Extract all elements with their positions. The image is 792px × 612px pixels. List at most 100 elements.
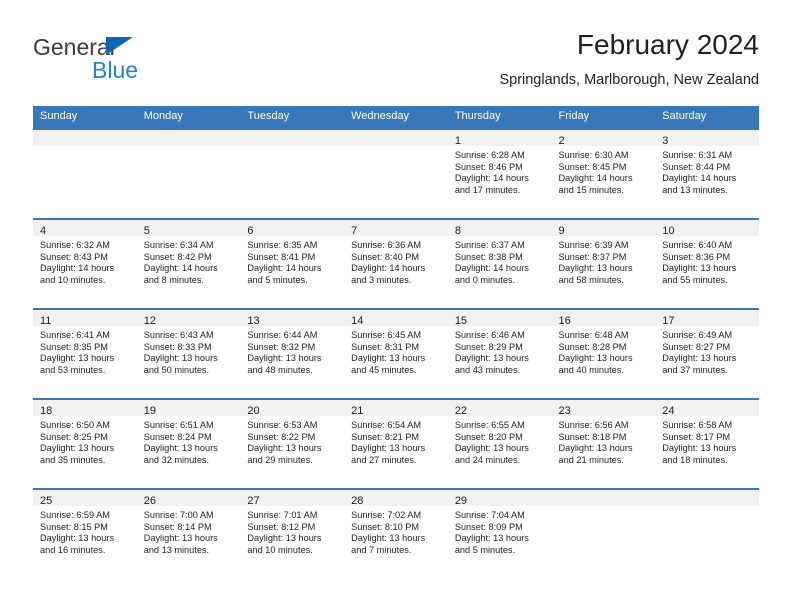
day-number-strip: 21 <box>344 400 448 417</box>
day-cell[interactable]: 17 Sunrise: 6:49 AM Sunset: 8:27 PM Dayligh… <box>655 310 759 398</box>
day-cell[interactable]: 6 Sunrise: 6:35 AM Sunset: 8:41 PM Daylight… <box>240 220 345 308</box>
calendar-page: General Blue February 2024 Springlands, … <box>0 0 792 612</box>
day-detail-line: Sunset: 8:22 PM <box>247 431 316 442</box>
day-number: 13 <box>247 315 260 327</box>
day-details <box>344 146 448 150</box>
day-cell[interactable]: 15 Sunrise: 6:46 AM Sunset: 8:29 PM Dayligh… <box>447 310 552 398</box>
day-detail-line: and 10 minutes. <box>40 274 106 285</box>
day-detail-line: Sunrise: 6:30 AM <box>558 150 629 160</box>
day-cell[interactable]: 28 Sunrise: 7:02 AM Sunset: 8:10 PM Dayligh… <box>344 490 448 578</box>
day-cell[interactable]: 22 Sunrise: 6:55 AM Sunset: 8:20 PM Dayligh… <box>447 400 552 488</box>
calendar-cell <box>136 128 241 219</box>
day-cell[interactable]: 13 Sunrise: 6:44 AM Sunset: 8:32 PM Dayligh… <box>240 310 345 398</box>
day-detail-line: Sunset: 8:10 PM <box>351 521 420 532</box>
day-number: 28 <box>351 495 364 507</box>
day-details: Sunrise: 6:45 AM Sunset: 8:31 PM Daylight:… <box>344 326 448 376</box>
day-detail-line: and 5 minutes. <box>454 544 516 555</box>
day-detail-line: Daylight: 13 hours <box>143 353 218 364</box>
day-detail-line: Sunset: 8:36 PM <box>662 251 731 262</box>
day-number-strip: 24 <box>655 400 759 417</box>
weekday-header-wednesday: Wednesday <box>351 110 409 122</box>
day-cell[interactable]: 2 Sunrise: 6:30 AM Sunset: 8:45 PM Daylight… <box>551 130 656 218</box>
weekday-header-thursday: Thursday <box>454 110 501 122</box>
day-cell[interactable]: 1 Sunrise: 6:28 AM Sunset: 8:46 PM Daylight… <box>447 130 552 218</box>
day-details: Sunrise: 6:54 AM Sunset: 8:21 PM Daylight:… <box>344 416 448 466</box>
day-detail-line: Daylight: 13 hours <box>662 353 737 364</box>
day-cell[interactable]: 16 Sunrise: 6:48 AM Sunset: 8:28 PM Dayligh… <box>551 310 656 398</box>
calendar-cell: 18 Sunrise: 6:50 AM Sunset: 8:25 PM Dayligh… <box>33 398 137 489</box>
day-cell[interactable]: 9 Sunrise: 6:39 AM Sunset: 8:37 PM Daylight… <box>551 220 656 308</box>
day-cell[interactable]: 26 Sunrise: 7:00 AM Sunset: 8:14 PM Dayligh… <box>136 490 241 578</box>
general-blue-logo: General Blue <box>33 34 253 92</box>
day-cell[interactable]: 29 Sunrise: 7:04 AM Sunset: 8:09 PM Dayligh… <box>447 490 552 578</box>
day-detail-line: and 0 minutes. <box>454 274 516 285</box>
day-number-strip: 13 <box>240 310 345 327</box>
day-cell[interactable]: 27 Sunrise: 7:01 AM Sunset: 8:12 PM Dayligh… <box>240 490 345 578</box>
day-cell[interactable]: 20 Sunrise: 6:53 AM Sunset: 8:22 PM Dayligh… <box>240 400 345 488</box>
day-cell[interactable]: 4 Sunrise: 6:32 AM Sunset: 8:43 PM Daylight… <box>33 220 137 308</box>
day-cell[interactable]: 3 Sunrise: 6:31 AM Sunset: 8:44 PM Daylight… <box>655 130 759 218</box>
day-detail-line: Daylight: 13 hours <box>454 443 529 454</box>
day-cell[interactable]: 25 Sunrise: 6:59 AM Sunset: 8:15 PM Dayligh… <box>33 490 137 578</box>
day-cell[interactable]: 23 Sunrise: 6:56 AM Sunset: 8:18 PM Dayligh… <box>551 400 656 488</box>
day-detail-line: and 3 minutes. <box>351 274 412 285</box>
day-details: Sunrise: 7:04 AM Sunset: 8:09 PM Daylight:… <box>448 506 552 556</box>
day-detail-line: Daylight: 14 hours <box>40 263 115 274</box>
day-detail-line: and 15 minutes. <box>558 184 624 195</box>
day-detail-line: Sunrise: 6:32 AM <box>40 240 110 250</box>
day-detail-line: and 58 minutes. <box>558 274 624 285</box>
day-details: Sunrise: 6:31 AM Sunset: 8:44 PM Daylight:… <box>655 146 759 196</box>
day-detail-line: Sunset: 8:14 PM <box>143 521 212 532</box>
day-details: Sunrise: 6:30 AM Sunset: 8:45 PM Daylight:… <box>552 146 656 196</box>
calendar-cell: 22 Sunrise: 6:55 AM Sunset: 8:20 PM Dayligh… <box>447 398 552 489</box>
day-detail-line: Sunrise: 7:00 AM <box>143 510 214 520</box>
day-detail-line: Sunset: 8:15 PM <box>40 521 108 532</box>
page-subtitle: Springlands, Marlborough, New Zealand <box>499 72 759 88</box>
day-details: Sunrise: 6:51 AM Sunset: 8:24 PM Daylight:… <box>137 416 241 466</box>
day-detail-line: and 45 minutes. <box>351 364 417 375</box>
day-detail-line: Daylight: 13 hours <box>662 443 737 454</box>
day-detail-line: Sunset: 8:20 PM <box>454 431 523 442</box>
calendar-cell: 7 Sunrise: 6:36 AM Sunset: 8:40 PM Daylight… <box>344 218 448 309</box>
day-detail-line: Sunrise: 6:54 AM <box>351 420 422 430</box>
day-number-strip: 20 <box>240 400 345 417</box>
day-number-strip: 1 <box>447 130 552 147</box>
day-number: 19 <box>143 405 156 417</box>
day-cell[interactable]: 11 Sunrise: 6:41 AM Sunset: 8:35 PM Dayligh… <box>33 310 137 398</box>
day-cell[interactable]: 8 Sunrise: 6:37 AM Sunset: 8:38 PM Daylight… <box>447 220 552 308</box>
calendar-cell: 29 Sunrise: 7:04 AM Sunset: 8:09 PM Dayligh… <box>447 488 552 579</box>
day-cell[interactable]: 5 Sunrise: 6:34 AM Sunset: 8:42 PM Daylight… <box>136 220 241 308</box>
calendar-cell <box>655 488 759 579</box>
day-detail-line: and 37 minutes. <box>662 364 728 375</box>
day-cell[interactable]: 24 Sunrise: 6:58 AM Sunset: 8:17 PM Dayligh… <box>655 400 759 488</box>
day-cell[interactable]: 7 Sunrise: 6:36 AM Sunset: 8:40 PM Daylight… <box>344 220 448 308</box>
day-detail-line: and 50 minutes. <box>143 364 210 375</box>
calendar-cell: 25 Sunrise: 6:59 AM Sunset: 8:15 PM Dayligh… <box>33 488 137 579</box>
day-cell[interactable]: 10 Sunrise: 6:40 AM Sunset: 8:36 PM Dayligh… <box>655 220 759 308</box>
day-detail-line: Sunrise: 6:50 AM <box>40 420 110 430</box>
day-detail-line: and 13 minutes. <box>143 544 210 555</box>
day-number: 12 <box>143 315 156 327</box>
day-detail-line: and 53 minutes. <box>40 364 106 375</box>
day-detail-line: Sunrise: 6:39 AM <box>558 240 629 250</box>
calendar-cell: 28 Sunrise: 7:02 AM Sunset: 8:10 PM Dayligh… <box>344 488 448 579</box>
day-number-strip <box>344 130 448 146</box>
day-detail-line: Sunset: 8:17 PM <box>662 431 731 442</box>
day-cell[interactable]: 21 Sunrise: 6:54 AM Sunset: 8:21 PM Dayligh… <box>344 400 448 488</box>
day-details <box>33 146 137 150</box>
day-cell[interactable]: 18 Sunrise: 6:50 AM Sunset: 8:25 PM Dayligh… <box>33 400 137 488</box>
day-details: Sunrise: 6:36 AM Sunset: 8:40 PM Daylight:… <box>344 236 448 286</box>
day-detail-line: Daylight: 13 hours <box>143 443 218 454</box>
day-detail-line: Daylight: 13 hours <box>454 353 529 364</box>
day-detail-line: Sunrise: 6:51 AM <box>143 420 214 430</box>
day-detail-line: Sunset: 8:09 PM <box>454 521 523 532</box>
day-details: Sunrise: 6:44 AM Sunset: 8:32 PM Daylight:… <box>240 326 344 376</box>
day-number: 27 <box>247 495 260 507</box>
day-number-strip: 3 <box>655 130 759 147</box>
day-cell[interactable]: 12 Sunrise: 6:43 AM Sunset: 8:33 PM Dayligh… <box>136 310 241 398</box>
day-cell[interactable]: 14 Sunrise: 6:45 AM Sunset: 8:31 PM Dayligh… <box>344 310 448 398</box>
day-number-strip: 7 <box>344 220 448 237</box>
day-number-strip: 11 <box>33 310 137 327</box>
calendar-cell: 11 Sunrise: 6:41 AM Sunset: 8:35 PM Dayligh… <box>33 308 137 399</box>
day-cell[interactable]: 19 Sunrise: 6:51 AM Sunset: 8:24 PM Dayligh… <box>136 400 241 488</box>
